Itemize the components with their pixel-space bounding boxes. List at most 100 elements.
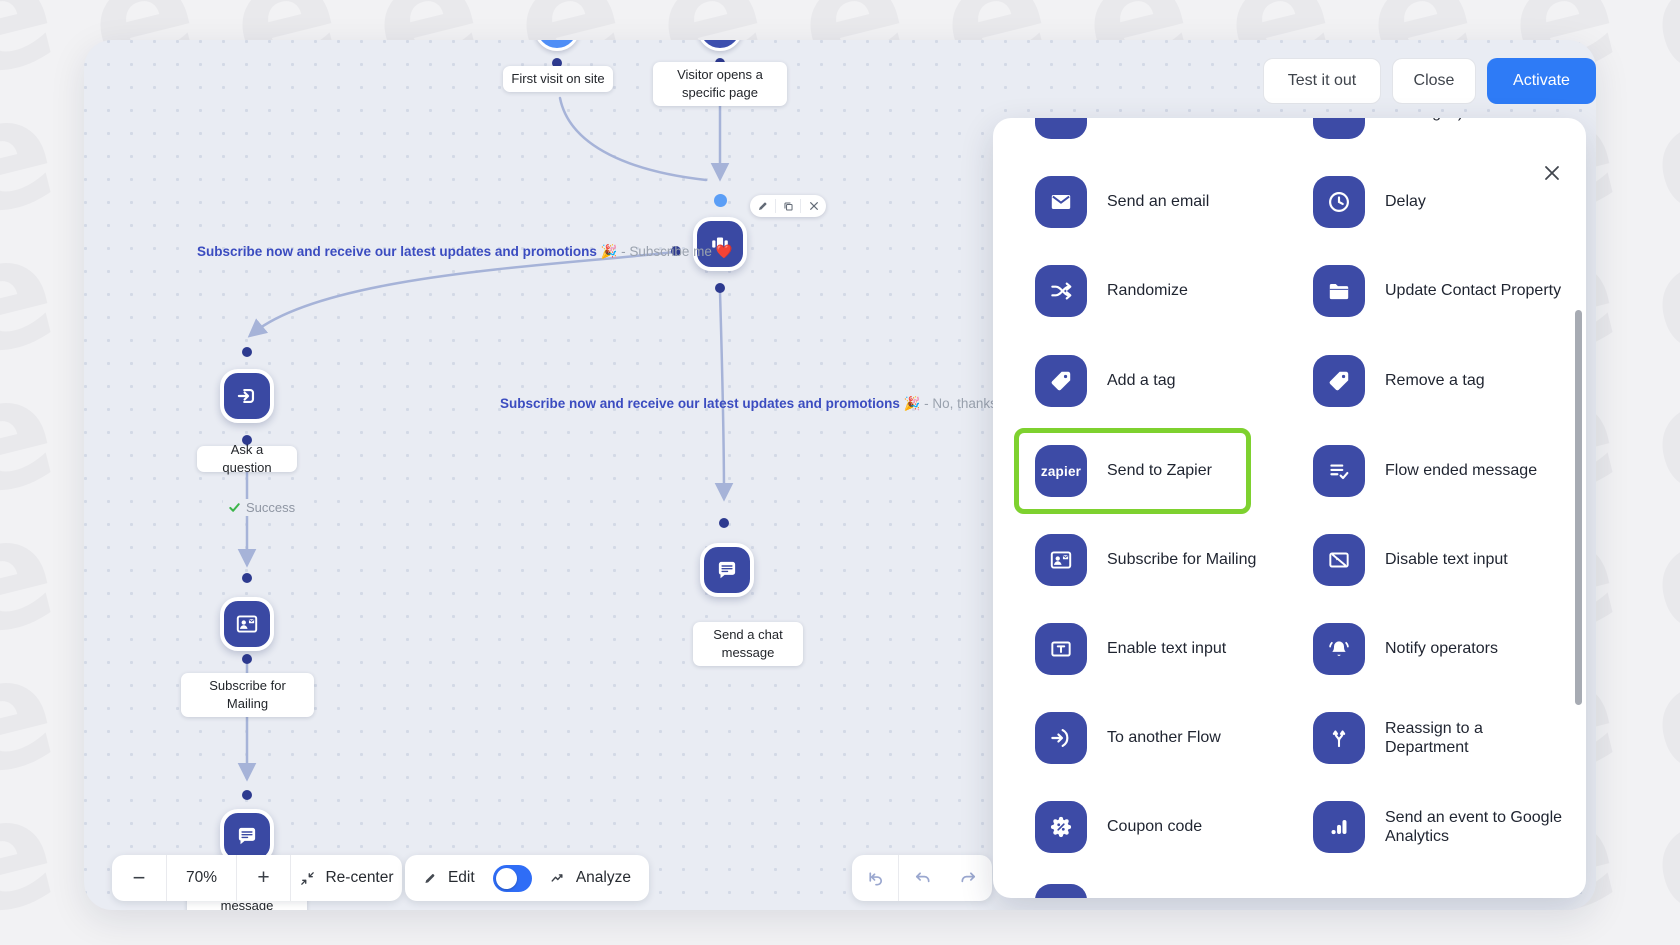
panel-item-label: Add a tag bbox=[1107, 372, 1176, 390]
edit-pencil-icon bbox=[425, 873, 435, 883]
edge-label-subscribe-me[interactable]: Subscribe now and receive our latest upd… bbox=[197, 244, 733, 260]
panel-item-label: Disable text input bbox=[1385, 551, 1508, 569]
analyze-chart-icon bbox=[551, 874, 563, 882]
panel-item-send-to-zapier[interactable]: zapier Send to Zapier bbox=[1035, 445, 1310, 497]
panel-item-subscribe-for-mailing[interactable]: Subscribe for Mailing bbox=[1035, 534, 1310, 586]
panel-close-button[interactable] bbox=[1542, 163, 1564, 185]
test-it-out-button[interactable]: Test it out bbox=[1263, 58, 1381, 104]
chat-icon bbox=[238, 827, 256, 845]
ask-question-label[interactable]: Ask a question bbox=[197, 442, 297, 475]
edit-node-icon[interactable] bbox=[750, 199, 775, 213]
trigger-node-first-visit[interactable] bbox=[534, 40, 580, 51]
history-toolbar bbox=[852, 855, 992, 901]
edge-label-no-thanks[interactable]: Subscribe now and receive our latest upd… bbox=[500, 396, 997, 412]
trigger-label-page-visit[interactable]: Visitor opens a specific page bbox=[653, 62, 787, 106]
panel-item-remove-tag[interactable]: Remove a tag bbox=[1313, 355, 1586, 407]
panel-item-randomize[interactable]: Randomize bbox=[1035, 265, 1310, 317]
zapier-logo-text: zapier bbox=[1040, 463, 1082, 479]
panel-item-bottom-partial[interactable] bbox=[1035, 884, 1310, 898]
panel-item-label: To another Flow bbox=[1107, 729, 1221, 747]
zoom-level-display: 70% bbox=[166, 855, 236, 901]
panel-item-label: Subscribe for Mailing bbox=[1107, 551, 1257, 569]
panel-item-label: Delay bbox=[1385, 193, 1426, 211]
panel-item-add-tag[interactable]: Add a tag bbox=[1035, 355, 1310, 407]
recenter-button[interactable]: Re-center bbox=[290, 855, 402, 901]
zoom-out-button[interactable]: − bbox=[112, 855, 166, 901]
email-icon bbox=[1035, 176, 1087, 228]
shuffle-icon bbox=[1035, 265, 1087, 317]
subscribe-mailing-icon bbox=[1035, 534, 1087, 586]
undo-icon bbox=[915, 871, 930, 882]
google-analytics-icon bbox=[1313, 801, 1365, 853]
port-dot bbox=[242, 573, 252, 583]
chat-message-label-mid[interactable]: Send a chat message bbox=[693, 622, 803, 666]
trigger-node-page-visit[interactable] bbox=[697, 40, 743, 51]
subscribe-mailing-label[interactable]: Subscribe for Mailing bbox=[181, 673, 314, 717]
port-dot bbox=[242, 654, 252, 664]
mode-toolbar: Edit Analyze bbox=[405, 855, 649, 901]
subscribe-mailing-icon bbox=[236, 615, 258, 633]
port-dot bbox=[242, 347, 252, 357]
zoom-in-button[interactable]: + bbox=[236, 855, 290, 901]
panel-item-flow-ended-message[interactable]: Flow ended message bbox=[1313, 445, 1586, 497]
revert-button[interactable] bbox=[852, 855, 898, 901]
success-branch-label[interactable]: Success bbox=[223, 499, 301, 516]
port-dot-active bbox=[714, 194, 727, 207]
port-dot bbox=[242, 790, 252, 800]
tag-icon bbox=[1313, 355, 1365, 407]
duplicate-node-icon[interactable] bbox=[774, 199, 801, 213]
panel-item-disable-text-input[interactable]: Disable text input bbox=[1313, 534, 1586, 586]
panel-item-label: Randomize bbox=[1107, 282, 1188, 300]
analyze-mode-label[interactable]: Analyze bbox=[576, 869, 631, 887]
recenter-icon bbox=[301, 871, 315, 885]
chat-icon bbox=[718, 561, 736, 579]
activate-button[interactable]: Activate bbox=[1487, 58, 1596, 104]
edit-mode-label[interactable]: Edit bbox=[448, 869, 475, 887]
redo-icon bbox=[961, 871, 976, 882]
panel-item-send-email[interactable]: Send an email bbox=[1035, 176, 1310, 228]
zapier-icon: zapier bbox=[1035, 445, 1087, 497]
flow-canvas[interactable]: First visit on site Visitor opens a spec… bbox=[84, 40, 1596, 910]
panel-item-label: Flow ended message bbox=[1385, 462, 1538, 480]
trigger-label-first-visit[interactable]: First visit on site bbox=[503, 66, 613, 92]
panel-item-label: Update Contact Property bbox=[1385, 282, 1562, 300]
panel-item-label: Send an event to Google Analytics bbox=[1385, 808, 1563, 845]
undo-button[interactable] bbox=[898, 855, 945, 901]
panel-item-label: Notify operators bbox=[1385, 640, 1498, 658]
panel-item-update-contact-property[interactable]: Update Contact Property bbox=[1313, 265, 1586, 317]
toggle-knob bbox=[495, 867, 517, 889]
tag-icon bbox=[1035, 355, 1087, 407]
redo-button[interactable] bbox=[945, 855, 992, 901]
panel-scrollbar-thumb[interactable] bbox=[1575, 310, 1582, 705]
panel-item-messages-partial[interactable]: Messages) bbox=[1313, 118, 1586, 139]
button-label: Close bbox=[1413, 72, 1455, 89]
bell-icon bbox=[1313, 623, 1365, 675]
edge-label-question: Subscribe now and receive our latest upd… bbox=[500, 396, 921, 411]
success-text: Success bbox=[246, 500, 296, 515]
ask-question-node[interactable] bbox=[220, 369, 274, 423]
panel-item-enable-text-input[interactable]: Enable text input bbox=[1035, 623, 1310, 675]
reassign-branch-icon bbox=[1313, 712, 1365, 764]
disable-text-input-icon bbox=[1313, 534, 1365, 586]
node-actions-toolbar bbox=[750, 195, 826, 217]
port-dot bbox=[715, 283, 725, 293]
panel-item-label: Reassign to a Department bbox=[1385, 719, 1483, 756]
panel-item-label: modal bbox=[1107, 118, 1292, 123]
chat-message-node-mid[interactable] bbox=[700, 543, 754, 597]
close-button[interactable]: Close bbox=[1392, 58, 1476, 104]
folder-icon bbox=[1313, 265, 1365, 317]
panel-item-modal-partial[interactable]: modal bbox=[1035, 118, 1310, 139]
panel-item-reassign-department[interactable]: Reassign to a Department bbox=[1313, 712, 1586, 764]
panel-item-to-another-flow[interactable]: To another Flow bbox=[1035, 712, 1310, 764]
revert-icon bbox=[868, 871, 882, 886]
check-icon bbox=[229, 503, 240, 512]
panel-item-google-analytics[interactable]: Send an event to Google Analytics bbox=[1313, 801, 1586, 853]
edit-analyze-toggle[interactable] bbox=[492, 864, 533, 892]
coupon-percent-icon bbox=[1035, 801, 1087, 853]
subscribe-mailing-node[interactable] bbox=[220, 597, 274, 651]
delete-node-icon[interactable] bbox=[800, 199, 826, 213]
edge-label-answer: - Subscribe me ❤️ bbox=[617, 244, 733, 259]
panel-item-coupon-code[interactable]: Coupon code bbox=[1035, 801, 1310, 853]
panel-item-notify-operators[interactable]: Notify operators bbox=[1313, 623, 1586, 675]
edge-label-answer: - No, thanks bbox=[920, 396, 997, 411]
